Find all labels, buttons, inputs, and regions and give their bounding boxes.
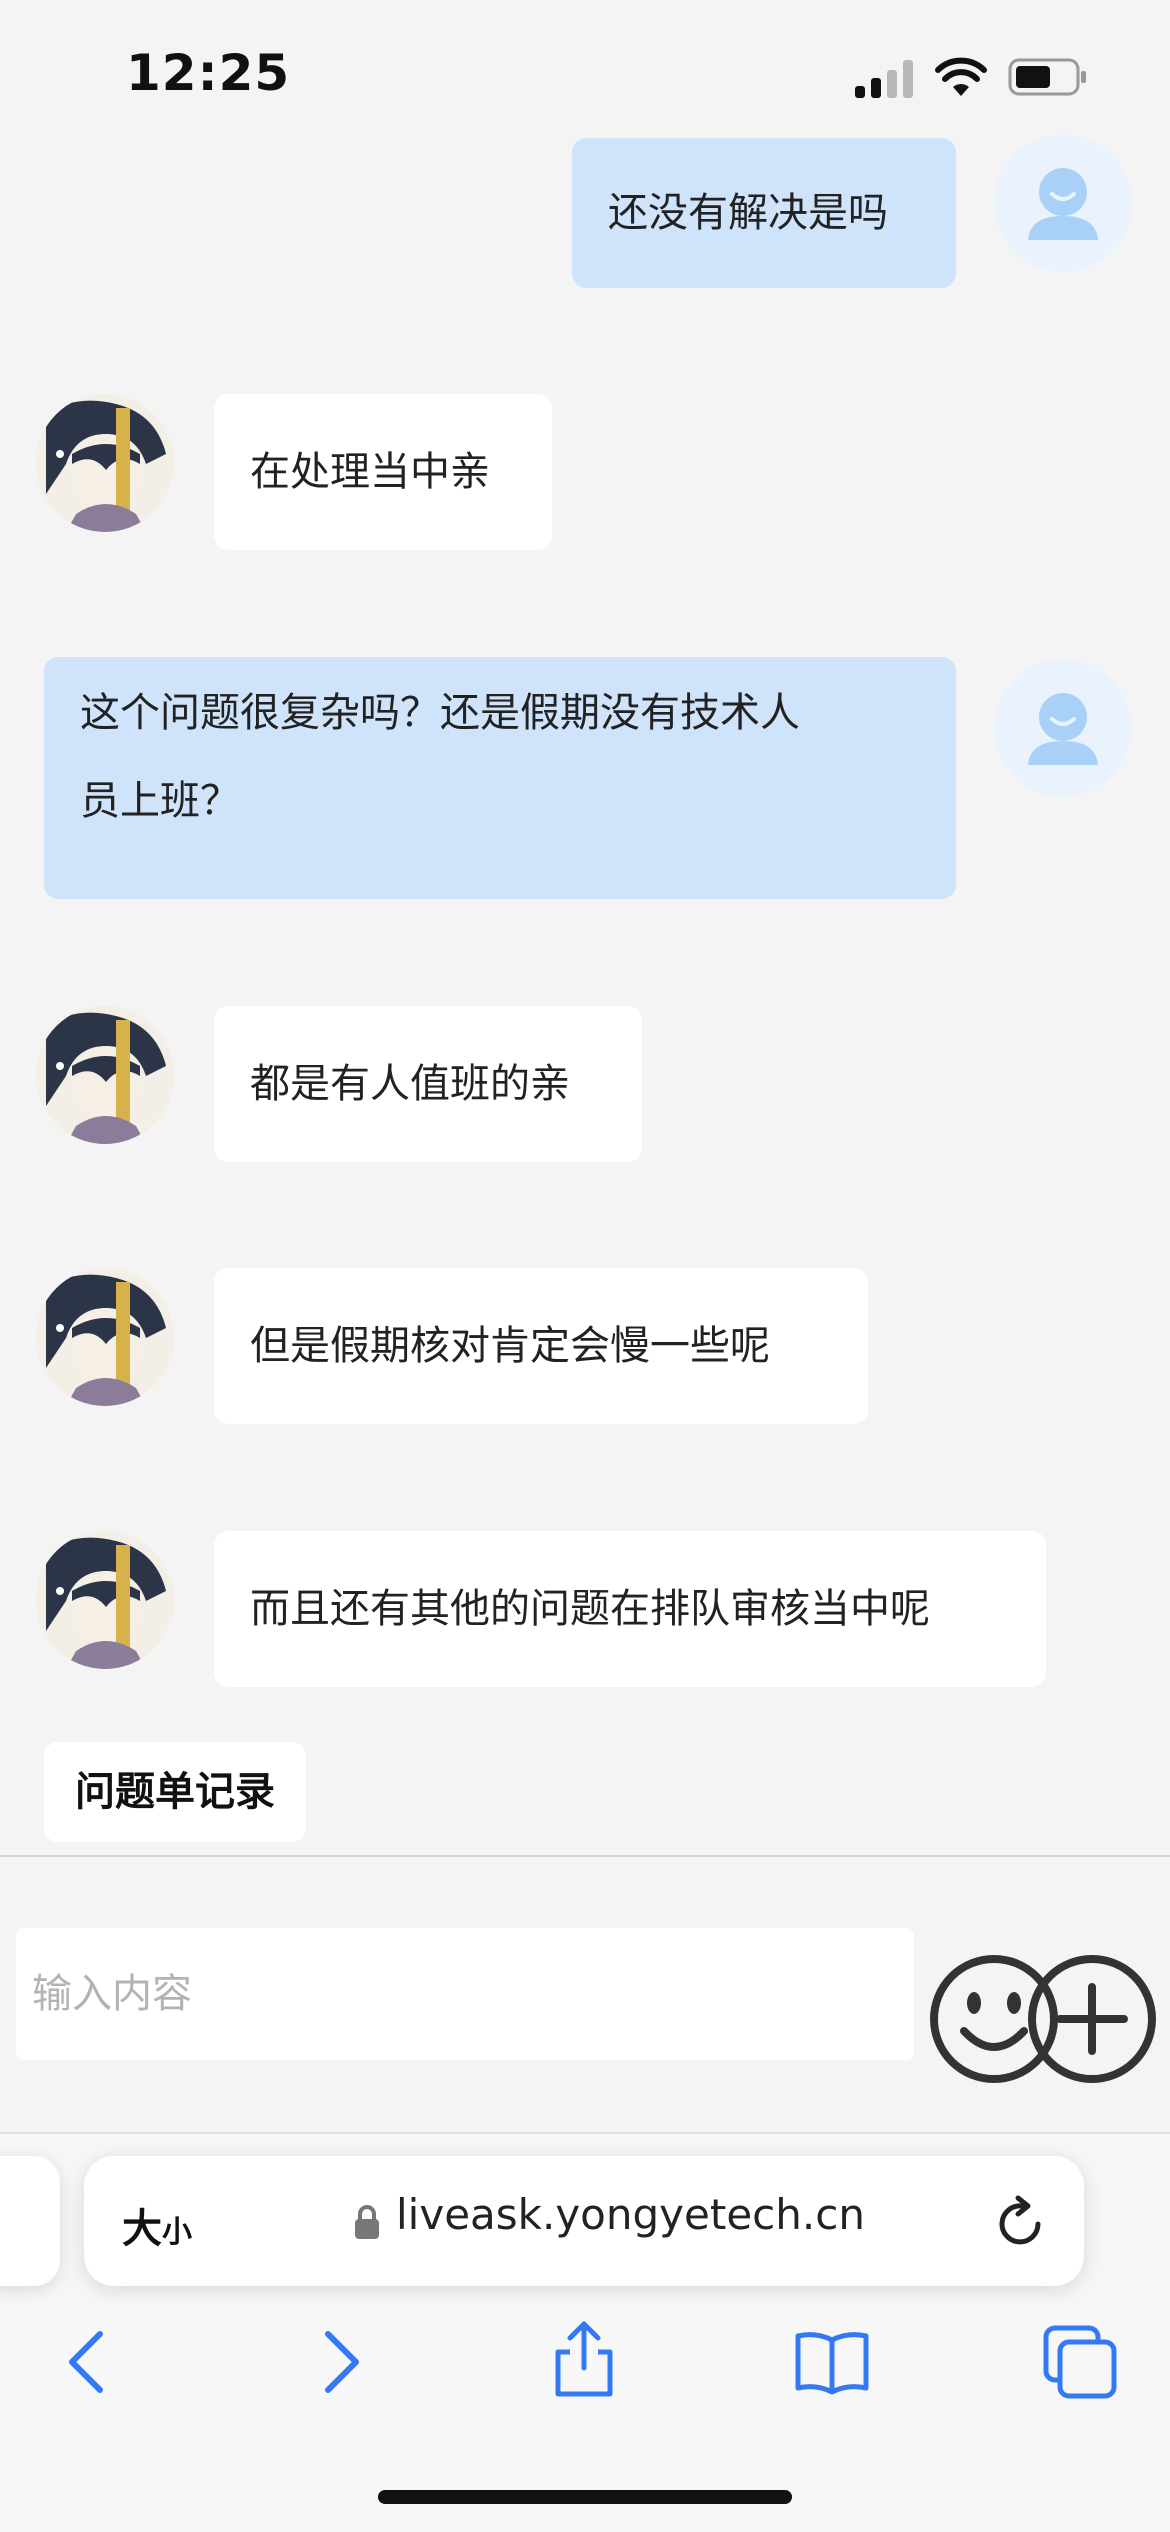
message-text: 但是假期核对肯定会慢一些呢: [250, 1323, 770, 1369]
agent-message-bubble: 但是假期核对肯定会慢一些呢: [214, 1268, 868, 1424]
home-indicator: [378, 2490, 792, 2504]
lock-icon: [355, 2205, 379, 2239]
agent-message-bubble: 都是有人值班的亲: [214, 1006, 642, 1162]
agent-avatar: [36, 1531, 174, 1669]
battery-icon: [1008, 58, 1086, 96]
agent-avatar: [36, 1268, 174, 1406]
user-message-bubble: 这个问题很复杂吗？还是假期没有技术人 员上班？: [44, 657, 956, 899]
composer-divider: [0, 1855, 1170, 1857]
agent-avatar: [36, 394, 174, 532]
text-size-button[interactable]: 大小: [122, 2196, 192, 2254]
message-input[interactable]: [16, 1928, 914, 2060]
tabs-icon[interactable]: [1040, 2322, 1120, 2402]
text-size-small: 小: [162, 2215, 192, 2250]
url-text[interactable]: liveask.yongyetech.cn: [396, 2190, 865, 2239]
message-text: 还没有解决是吗: [608, 190, 888, 236]
status-time: 12:25: [126, 44, 291, 102]
wifi-icon: [935, 57, 987, 96]
bookmarks-icon[interactable]: [792, 2322, 872, 2402]
back-icon[interactable]: [48, 2322, 128, 2402]
message-text-line: 这个问题很复杂吗？还是假期没有技术人: [80, 690, 800, 736]
previous-tab-preview[interactable]: [0, 2156, 60, 2286]
address-bar[interactable]: 大小 liveask.yongyetech.cn: [84, 2156, 1084, 2286]
share-icon[interactable]: [544, 2318, 624, 2398]
forward-icon[interactable]: [300, 2322, 380, 2402]
user-avatar-icon: [1028, 168, 1098, 240]
browser-divider: [0, 2132, 1170, 2134]
message-text: 都是有人值班的亲: [250, 1061, 570, 1107]
user-message-bubble: 还没有解决是吗: [572, 138, 956, 288]
cellular-signal-icon: [855, 58, 917, 98]
message-input-container[interactable]: [16, 1928, 914, 2060]
agent-avatar-illustration: [36, 1268, 174, 1406]
message-text-line: 员上班？: [80, 778, 240, 824]
issue-records-button[interactable]: 问题单记录: [44, 1742, 306, 1842]
agent-message-bubble: 而且还有其他的问题在排队审核当中呢: [214, 1531, 1046, 1687]
agent-avatar-illustration: [36, 394, 174, 532]
user-avatar: [994, 134, 1132, 272]
user-avatar: [994, 659, 1132, 797]
message-text: 在处理当中亲: [250, 449, 490, 495]
agent-avatar: [36, 1006, 174, 1144]
message-text: 而且还有其他的问题在排队审核当中呢: [250, 1586, 930, 1632]
reload-icon[interactable]: [994, 2194, 1050, 2250]
agent-message-bubble: 在处理当中亲: [214, 394, 552, 550]
agent-avatar-illustration: [36, 1006, 174, 1144]
user-avatar-icon: [1028, 693, 1098, 765]
agent-avatar-illustration: [36, 1531, 174, 1669]
plus-circle-icon[interactable]: [1024, 1951, 1160, 2087]
text-size-big: 大: [122, 2206, 162, 2252]
